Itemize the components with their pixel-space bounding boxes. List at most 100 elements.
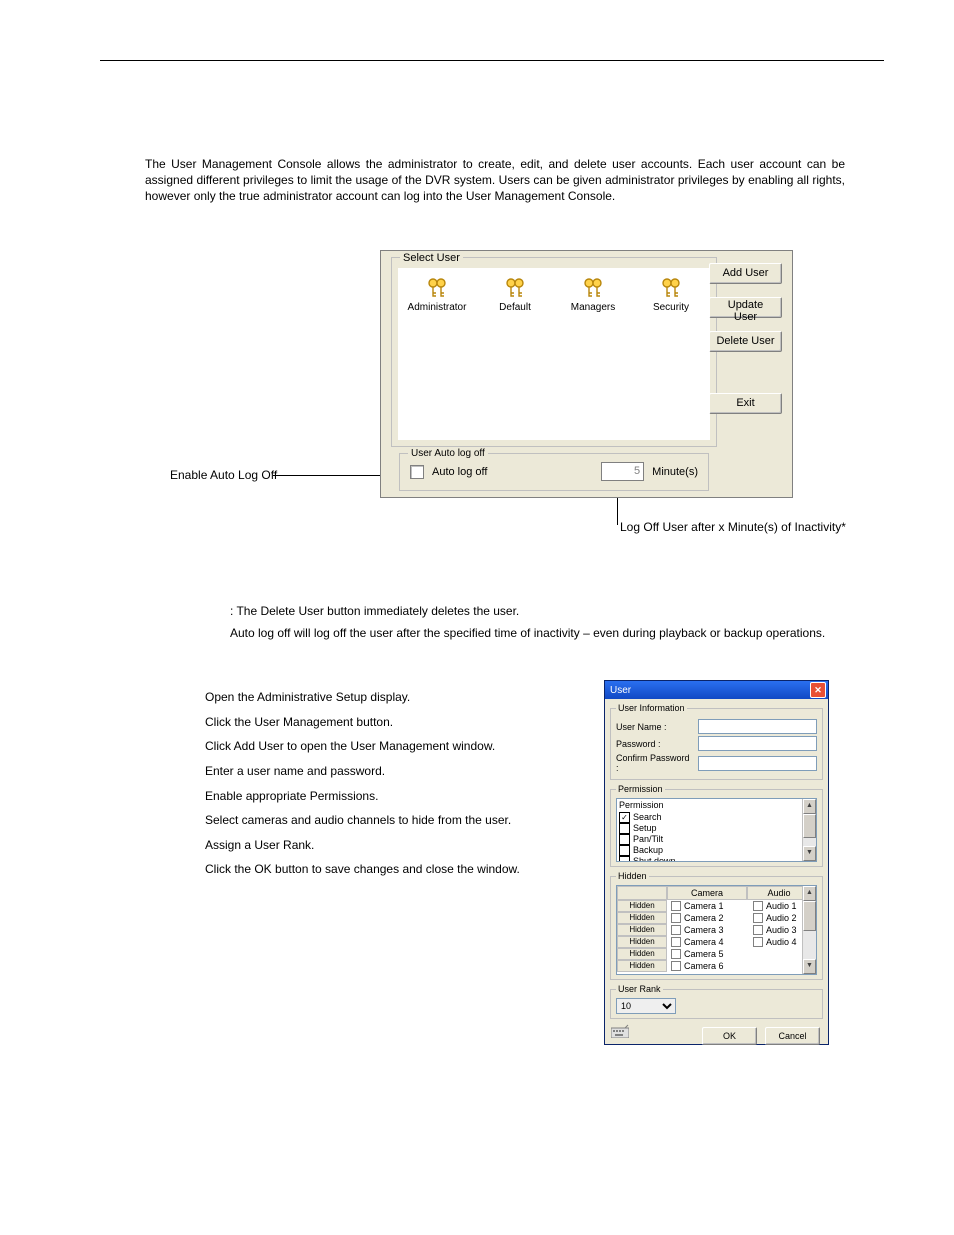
cam-checkbox[interactable] (671, 913, 681, 923)
ok-button[interactable]: OK (702, 1027, 757, 1045)
select-user-label: Select User (400, 252, 463, 264)
user-item-administrator[interactable]: Administrator (398, 276, 476, 313)
aud-label: Audio 2 (766, 913, 797, 923)
step: Enable appropriate Permissions. (205, 784, 585, 809)
step: Click the User Management button. (205, 710, 585, 735)
select-user-group: Select User Administrator Default Manage… (391, 257, 717, 447)
perm-checkbox[interactable] (619, 812, 630, 823)
user-rank-select[interactable]: 10 (616, 998, 676, 1014)
password-label: Password : (616, 739, 694, 749)
auto-logoff-unit: Minute(s) (652, 466, 698, 478)
perm-checkbox[interactable] (619, 823, 630, 834)
step: Open the Administrative Setup display. (205, 685, 585, 710)
cam-label: Camera 6 (684, 961, 724, 971)
titlebar: User ✕ (605, 681, 828, 699)
cam-checkbox[interactable] (671, 937, 681, 947)
scrollbar[interactable]: ▲▼ (802, 799, 816, 861)
hidden-row-label: Hidden (617, 960, 667, 972)
user-mgmt-figure: Enable Auto Log Off Log Off User after x… (170, 250, 884, 545)
auto-logoff-group: User Auto log off Auto log off 5 Minute(… (399, 453, 709, 491)
hidden-hdr-camera: Camera (667, 886, 747, 900)
perm-label: Shut down (633, 856, 676, 862)
cam-checkbox[interactable] (671, 901, 681, 911)
hidden-row-label: Hidden (617, 936, 667, 948)
cam-label: Camera 4 (684, 937, 724, 947)
user-label: Managers (571, 302, 615, 313)
username-input[interactable] (698, 719, 817, 734)
hidden-row-label: Hidden (617, 948, 667, 960)
perm-label: Setup (633, 823, 657, 834)
notes: The Delete User button immediately delet… (230, 600, 884, 646)
perm-checkbox[interactable] (619, 856, 630, 862)
perm-label: Search (633, 812, 662, 823)
perm-label: Backup (633, 845, 663, 856)
user-rank-group: User Rank 10 (610, 984, 823, 1019)
aud-label: Audio 1 (766, 901, 797, 911)
cam-label: Camera 1 (684, 901, 724, 911)
step: Enter a user name and password. (205, 759, 585, 784)
scroll-up-icon[interactable]: ▲ (803, 799, 816, 814)
scroll-down-icon[interactable]: ▼ (803, 959, 816, 974)
note-delete: The Delete User button immediately delet… (230, 600, 884, 623)
perm-checkbox[interactable] (619, 845, 630, 856)
user-dialog: User ✕ User Information User Name : Pass… (604, 680, 829, 1045)
callout-logoff-inactivity: Log Off User after x Minute(s) of Inacti… (620, 520, 846, 534)
auto-logoff-minutes-input[interactable]: 5 (601, 462, 644, 481)
aud-checkbox[interactable] (753, 937, 763, 947)
hidden-table[interactable]: Camera Audio HiddenCamera 1Audio 1 Hidde… (616, 885, 817, 975)
user-info-legend: User Information (616, 703, 687, 713)
hidden-hdr-blank (617, 886, 667, 900)
permission-list[interactable]: Permission Search Setup Pan/Tilt Backup … (616, 798, 817, 862)
update-user-button[interactable]: Update User (709, 297, 782, 318)
permission-header: Permission (619, 800, 814, 811)
permission-group: Permission Permission Search Setup Pan/T… (610, 784, 823, 867)
aud-checkbox[interactable] (753, 913, 763, 923)
aud-label: Audio 4 (766, 937, 797, 947)
scroll-up-icon[interactable]: ▲ (803, 886, 816, 901)
dialog-title: User (610, 685, 631, 696)
user-label: Administrator (408, 302, 467, 313)
hidden-legend: Hidden (616, 871, 649, 881)
cam-checkbox[interactable] (671, 949, 681, 959)
user-information-group: User Information User Name : Password : … (610, 703, 823, 780)
user-item-security[interactable]: Security (632, 276, 710, 313)
user-item-managers[interactable]: Managers (554, 276, 632, 313)
step: Click Add User to open the User Manageme… (205, 734, 585, 759)
aud-label: Audio 3 (766, 925, 797, 935)
hidden-row-label: Hidden (617, 900, 667, 912)
user-mgmt-window: Select User Administrator Default Manage… (380, 250, 793, 498)
password-input[interactable] (698, 736, 817, 751)
add-user-button[interactable]: Add User (709, 263, 782, 284)
auto-logoff-checkbox[interactable] (410, 465, 424, 479)
auto-logoff-legend: User Auto log off (408, 448, 488, 459)
aud-checkbox[interactable] (753, 925, 763, 935)
aud-checkbox[interactable] (753, 901, 763, 911)
confirm-password-label: Confirm Password : (616, 753, 694, 773)
perm-label: Pan/Tilt (633, 834, 663, 845)
keyboard-icon[interactable] (611, 1024, 629, 1038)
cam-checkbox[interactable] (671, 925, 681, 935)
perm-checkbox[interactable] (619, 834, 630, 845)
delete-user-button[interactable]: Delete User (709, 331, 782, 352)
scroll-thumb[interactable] (803, 814, 816, 838)
user-label: Security (653, 302, 689, 313)
keys-icon (502, 276, 528, 300)
user-item-default[interactable]: Default (476, 276, 554, 313)
cancel-button[interactable]: Cancel (765, 1027, 820, 1045)
scroll-down-icon[interactable]: ▼ (803, 846, 816, 861)
close-icon[interactable]: ✕ (810, 682, 826, 698)
user-label: Default (499, 302, 531, 313)
scrollbar[interactable]: ▲▼ (802, 886, 816, 974)
cam-label: Camera 2 (684, 913, 724, 923)
auto-logoff-label: Auto log off (432, 466, 487, 478)
permission-legend: Permission (616, 784, 665, 794)
keys-icon (424, 276, 450, 300)
exit-button[interactable]: Exit (709, 393, 782, 414)
scroll-thumb[interactable] (803, 901, 816, 931)
hidden-row-label: Hidden (617, 912, 667, 924)
cam-checkbox[interactable] (671, 961, 681, 971)
hidden-group: Hidden Camera Audio HiddenCamera 1Audio … (610, 871, 823, 980)
step: Assign a User Rank. (205, 833, 585, 858)
user-list[interactable]: Administrator Default Managers Security (398, 268, 710, 440)
confirm-password-input[interactable] (698, 756, 817, 771)
